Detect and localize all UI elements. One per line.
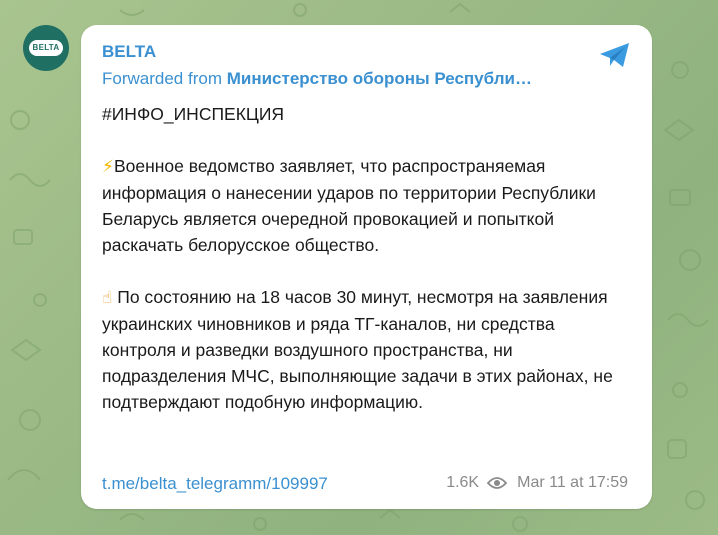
message-link[interactable]: t.me/belta_telegramm/109997 [102, 474, 328, 494]
lightning-icon: ⚡ [102, 157, 114, 177]
paragraph-2-text: По состоянию на 18 часов 30 минут, несмо… [102, 287, 613, 412]
channel-avatar[interactable]: BELTA [23, 25, 69, 71]
message-paragraph-2: ☝ По состоянию на 18 часов 30 минут, нес… [102, 284, 632, 415]
message-paragraph-1: ⚡Военное ведомство заявляет, что распрос… [102, 153, 632, 258]
share-icon[interactable] [598, 41, 632, 69]
paragraph-1-text: Военное ведомство заявляет, что распрост… [102, 156, 596, 255]
message-bubble: BELTA Forwarded from Министерство оборон… [81, 25, 652, 509]
eye-icon [487, 477, 508, 489]
view-count: 1.6K [446, 474, 480, 491]
forwarded-from-line[interactable]: Forwarded from Министерство обороны Респ… [102, 69, 602, 89]
message-hashtag[interactable]: #ИНФО_ИНСПЕКЦИЯ [102, 101, 632, 127]
message-timestamp: Mar 11 at 17:59 [517, 474, 628, 491]
pointing-hand-icon: ☝ [102, 288, 113, 308]
forwarded-prefix: Forwarded from [102, 69, 227, 88]
channel-name[interactable]: BELTA [102, 42, 156, 62]
message-text: #ИНФО_ИНСПЕКЦИЯ ⚡Военное ведомство заявл… [102, 101, 632, 415]
forwarded-source[interactable]: Министерство обороны Республи… [227, 69, 532, 88]
message-meta: 1.6K Mar 11 at 17:59 [446, 474, 628, 492]
avatar-logo-text: BELTA [29, 40, 63, 56]
